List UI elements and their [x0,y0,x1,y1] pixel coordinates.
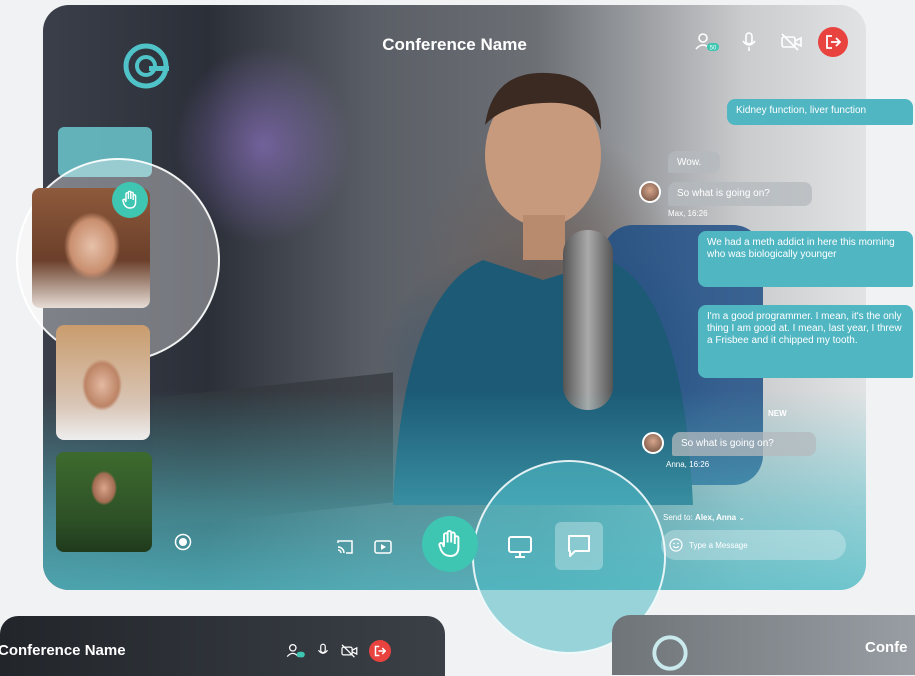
secondary-mockup-toolbar [286,640,391,662]
play-video-icon [374,540,392,554]
chat-message: So what is going on? [668,182,812,206]
raise-hand-button[interactable] [422,516,478,572]
message-input-placeholder: Type a Message [689,540,748,550]
send-to-recipients: Alex, Anna [695,513,737,522]
chat-message: So what is going on? [672,432,816,456]
cast-icon [337,540,353,554]
monitor-icon [508,536,532,558]
chat-icon [568,535,590,557]
avatar [642,432,664,454]
participants-icon [286,643,305,658]
participants-count: 50 [710,46,717,52]
secondary-mockup-title: Confe [865,639,908,656]
microphone-button[interactable] [734,27,764,57]
app-logo-icon [652,635,688,671]
participants-button[interactable]: 50 [692,27,722,57]
avatar [639,181,661,203]
secondary-mockup-right: Confe [612,615,915,675]
leave-call-button[interactable] [369,640,391,662]
exit-icon [374,645,386,657]
microphone-prop [563,230,613,410]
share-screen-button[interactable] [500,527,540,567]
record-icon [174,533,192,551]
video-play-button[interactable] [371,535,395,559]
camera-off-icon [781,33,802,51]
secondary-mockup-title: Conference Name [0,642,126,659]
cast-button[interactable] [333,535,357,559]
emoji-icon[interactable] [669,538,683,552]
microphone-icon [742,32,756,51]
send-to-prefix: Send to: [663,513,693,522]
camera-off-icon [341,644,358,658]
top-toolbar: 50 [692,27,848,57]
chat-message: Wow. [668,151,720,173]
hand-icon [122,190,137,209]
new-messages-label: NEW [768,409,787,418]
raised-hand-badge [112,182,148,218]
message-meta: Anna, 16:26 [666,460,710,469]
microphone-icon [318,643,328,654]
chat-message: Kidney function, liver function [727,99,913,125]
participants-icon: 50 [695,33,719,52]
hand-icon [438,530,460,557]
participant-tile[interactable] [56,452,152,552]
message-meta: Max, 16:26 [668,209,708,218]
camera-button[interactable] [776,27,806,57]
participant-tile[interactable] [56,325,150,440]
chevron-down-icon: ⌄ [738,513,746,522]
record-button[interactable] [171,530,195,554]
message-input[interactable]: Type a Message [661,530,846,560]
exit-icon [826,35,841,49]
chat-toggle-button[interactable] [555,522,603,570]
send-to-selector[interactable]: Send to: Alex, Anna ⌄ [663,513,745,522]
chat-message: We had a meth addict in here this mornin… [698,231,913,287]
chat-message: I'm a good programmer. I mean, it's the … [698,305,913,378]
secondary-mockup-left: Conference Name [0,616,445,676]
leave-call-button[interactable] [818,27,848,57]
